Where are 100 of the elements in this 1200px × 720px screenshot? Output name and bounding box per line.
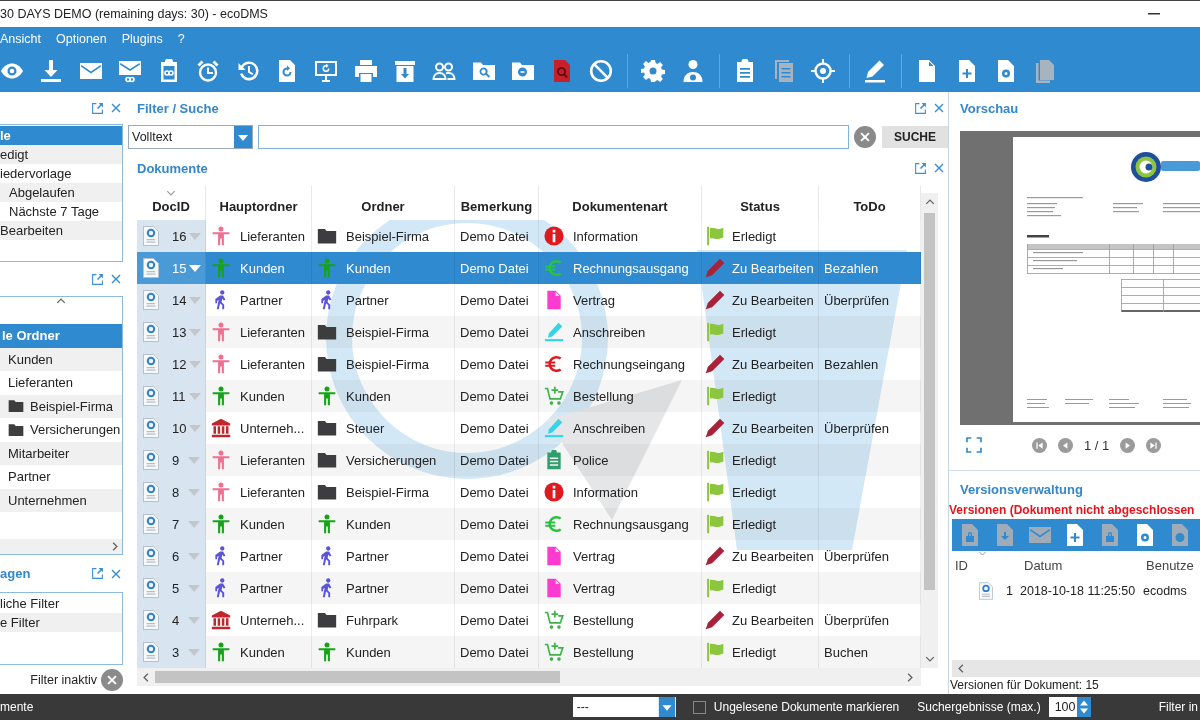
close-icon[interactable] <box>933 102 945 114</box>
next-page-icon[interactable] <box>1120 437 1136 453</box>
table-row[interactable]: 6 Partner Partner Demo Datei Vertrag Zu Bearbeiten Überprüfen <box>137 540 921 572</box>
table-row[interactable]: 3 Kunden Kunden Demo Datei Bestellung Erledigt Buchen <box>137 636 921 668</box>
scroll-up-icon[interactable] <box>924 199 935 205</box>
table-row[interactable]: 7 Kunden Kunden Demo Datei Rechnungsausgang Erledigt <box>137 508 921 540</box>
scroll-up-icon[interactable] <box>56 298 66 304</box>
column-header[interactable]: Bemerkung <box>455 186 539 220</box>
tree-item[interactable]: le Ordner <box>0 324 122 348</box>
column-header[interactable]: Hauptordner <box>206 186 312 220</box>
fullscreen-icon[interactable] <box>966 437 982 453</box>
table-row[interactable]: 14 Partner Partner Demo Datei Vertrag Zu Bearbeiten Überprüfen <box>137 284 921 316</box>
list-item[interactable]: Nächste 7 Tage <box>0 202 122 221</box>
tree-item[interactable]: Kunden <box>0 347 122 371</box>
search-mode-dropdown[interactable]: Volltext <box>128 125 253 149</box>
scroll-down-icon[interactable] <box>924 656 935 662</box>
minimize-icon[interactable] <box>1148 13 1160 15</box>
list-item[interactable]: edigt <box>0 145 122 164</box>
scrollbar-thumb[interactable] <box>924 213 935 590</box>
menu-item[interactable]: ? <box>177 31 185 46</box>
list-item[interactable]: le <box>0 126 122 145</box>
column-header[interactable]: Datum <box>1018 553 1140 577</box>
list-item[interactable]: e Filter <box>0 613 122 632</box>
list-item[interactable]: Bearbeiten <box>0 221 122 240</box>
column-header[interactable]: Ordner <box>312 186 455 220</box>
tree-item[interactable]: Beispiel-Firma <box>0 394 122 418</box>
list-item[interactable]: Abgelaufen <box>0 183 122 202</box>
table-row[interactable]: 4 Unterneh... Fuhrpark Demo Datei Bestellung Zu Bearbeiten Überprüfen <box>137 604 921 636</box>
max-results-field[interactable]: 100 <box>1048 697 1091 717</box>
first-page-icon[interactable] <box>1032 437 1047 453</box>
previous-page-icon[interactable] <box>1058 437 1073 453</box>
remark-text: Demo Datei <box>460 388 529 404</box>
table-row[interactable]: 11 Kunden Kunden Demo Datei Bestellung Erledigt <box>137 380 921 412</box>
tree-item[interactable]: Unternehmen <box>0 488 122 512</box>
table-row[interactable]: 10 Unterneh... Steuer Demo Datei Anschreiben Zu Bearbeiten Überprüfen <box>137 412 921 444</box>
clear-icon[interactable] <box>854 126 876 148</box>
search-field[interactable] <box>258 125 849 149</box>
scroll-left-icon[interactable] <box>958 664 964 673</box>
filter-dropdown[interactable]: --- <box>572 697 676 717</box>
table-row[interactable]: 8 Lieferanten Beispiel-Firma Demo Datei Information Erledigt <box>137 476 921 508</box>
printer-icon[interactable] <box>353 59 378 83</box>
list-item[interactable]: iedervorlage <box>0 164 122 183</box>
scroll-right-icon[interactable] <box>907 672 913 682</box>
close-icon[interactable] <box>110 567 122 580</box>
table-row[interactable]: 5 Partner Partner Demo Datei Vertrag Erledigt <box>137 572 921 604</box>
download-icon[interactable] <box>39 59 64 83</box>
target-icon[interactable] <box>811 59 836 83</box>
alarm-clock-icon[interactable] <box>196 59 221 83</box>
column-header[interactable]: Dokumentenart <box>539 186 702 220</box>
tree-item[interactable]: Lieferanten <box>0 371 122 395</box>
column-header[interactable]: Benutze <box>1140 553 1200 577</box>
table-row[interactable]: 15 Kunden Kunden Demo Datei Rechnungsausgang Zu Bearbeiten Bezahlen <box>137 252 921 284</box>
remark-text: Demo Datei <box>460 260 529 276</box>
list-item[interactable]: liche Filter <box>0 594 122 613</box>
menu-item[interactable]: Plugins <box>121 31 163 46</box>
tree-item[interactable]: Mitarbeiter <box>0 441 122 465</box>
horizontal-scrollbar[interactable] <box>952 660 1200 677</box>
document-icon <box>544 546 564 566</box>
checkbox[interactable] <box>692 700 706 714</box>
search-button[interactable]: SUCHE <box>882 126 948 148</box>
undock-icon[interactable] <box>91 567 104 580</box>
file-icon <box>143 418 159 438</box>
dropdown-caret-icon[interactable] <box>189 264 202 272</box>
forbidden-icon[interactable] <box>589 59 614 83</box>
document-type-label: Police <box>573 452 609 468</box>
status-label: Zu Bearbeiten <box>732 612 814 628</box>
table-row[interactable]: 12 Lieferanten Beispiel-Firma Demo Datei Rechnungseingang Zu Bearbeiten Bezahlen <box>137 348 921 380</box>
pen-icon <box>544 418 564 438</box>
scroll-left-icon[interactable] <box>143 672 149 682</box>
vertical-scrollbar[interactable] <box>921 193 938 668</box>
close-icon[interactable] <box>933 162 945 174</box>
table-row[interactable]: 13 Lieferanten Beispiel-Firma Demo Datei Anschreiben Erledigt <box>137 316 921 348</box>
scrollbar-thumb[interactable] <box>155 671 560 683</box>
undock-icon[interactable] <box>914 101 927 115</box>
column-header[interactable]: ID <box>949 553 1018 577</box>
envelope-link-icon[interactable] <box>117 59 142 83</box>
menu-item[interactable]: Ansicht <box>0 31 41 46</box>
close-icon[interactable] <box>110 102 122 114</box>
horizontal-scrollbar[interactable] <box>137 668 921 686</box>
folder-icon <box>317 418 337 438</box>
status-label: Erledigt <box>732 484 777 500</box>
undock-icon[interactable] <box>91 272 104 286</box>
undock-icon[interactable] <box>914 161 927 175</box>
archive-icon[interactable] <box>392 59 417 83</box>
horizontal-scrollbar[interactable] <box>0 539 122 554</box>
spin-arrows-icon[interactable] <box>1076 697 1091 717</box>
monitor-refresh-icon[interactable] <box>314 59 339 83</box>
menu-item[interactable]: Optionen <box>56 31 107 46</box>
undock-icon[interactable] <box>91 101 104 115</box>
settings-icon[interactable] <box>641 59 666 83</box>
column-header[interactable]: Status <box>702 186 819 220</box>
file-icon <box>143 354 159 374</box>
close-icon[interactable] <box>110 273 122 285</box>
tree-item[interactable]: Partner <box>0 465 122 489</box>
clear-icon[interactable] <box>101 668 123 691</box>
table-row[interactable]: 9 Lieferanten Versicherungen Demo Datei Police Erledigt <box>137 444 921 476</box>
tree-item[interactable]: Versicherungen <box>0 418 122 442</box>
last-page-icon[interactable] <box>1146 437 1162 453</box>
pen-icon[interactable] <box>863 59 888 83</box>
scroll-right-icon[interactable] <box>112 542 118 551</box>
